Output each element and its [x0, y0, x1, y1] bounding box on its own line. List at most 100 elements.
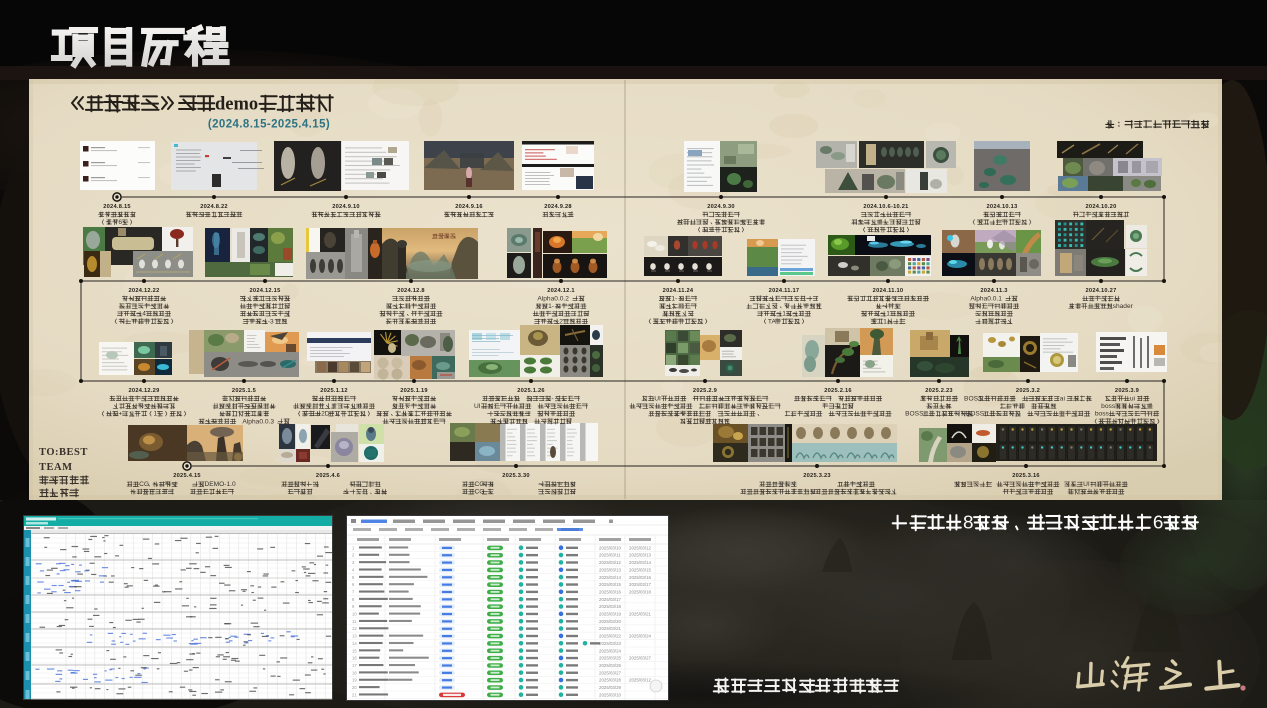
svg-text:UI: UI: [654, 395, 661, 402]
svg-text:2024.9.30: 2024.9.30: [707, 204, 735, 210]
svg-text:2025/03/12: 2025/03/12: [629, 678, 652, 683]
svg-text:2025/03/20: 2025/03/20: [599, 619, 622, 624]
svg-text:2025.3.9: 2025.3.9: [1115, 388, 1139, 394]
svg-text:2025.1.12: 2025.1.12: [320, 388, 348, 394]
svg-text:2025/03/15: 2025/03/15: [629, 567, 652, 572]
svg-text:2024.12.1: 2024.12.1: [547, 288, 575, 294]
svg-text:6: 6: [1153, 512, 1164, 533]
svg-text:Alpha0.0.3: Alpha0.0.3: [242, 418, 274, 425]
svg-text:2025.2.9: 2025.2.9: [693, 388, 717, 394]
svg-text:2025/03/24: 2025/03/24: [599, 648, 622, 653]
svg-text:2025/03/26: 2025/03/26: [599, 663, 622, 668]
svg-text:17: 17: [352, 663, 357, 668]
svg-text:UI: UI: [1083, 481, 1090, 488]
svg-text:2025/03/16: 2025/03/16: [629, 575, 652, 580]
svg-text:2024.11.3: 2024.11.3: [980, 288, 1007, 294]
svg-text:1: 1: [782, 311, 786, 318]
svg-text:8: 8: [963, 512, 974, 533]
svg-text:2025/03/14: 2025/03/14: [629, 560, 652, 565]
svg-text:TO:BEST: TO:BEST: [39, 447, 88, 458]
svg-text:CG: CG: [139, 481, 149, 488]
svg-text:2025.3.2: 2025.3.2: [1016, 388, 1040, 394]
svg-text:2024.8.22: 2024.8.22: [200, 204, 228, 210]
svg-text:2025/03/12: 2025/03/12: [599, 560, 622, 565]
svg-text:16: 16: [352, 656, 357, 661]
svg-text:10: 10: [352, 612, 357, 617]
svg-text:2D: 2D: [321, 411, 330, 418]
svg-text:2025/03/11: 2025/03/11: [599, 553, 621, 558]
svg-text:2025/03/25: 2025/03/25: [599, 656, 622, 661]
svg-text:2024.12.15: 2024.12.15: [250, 288, 281, 294]
svg-text:2025/03/17: 2025/03/17: [599, 597, 622, 602]
svg-text:2025/03/18: 2025/03/18: [629, 589, 652, 594]
svg-text:12: 12: [352, 626, 357, 631]
svg-text:Alpha0.0.2: Alpha0.0.2: [537, 295, 569, 302]
svg-text:-3: -3: [268, 318, 274, 325]
svg-text:2024.8.15: 2024.8.15: [103, 204, 131, 210]
svg-text:2025/03/28: 2025/03/28: [599, 678, 622, 683]
svg-text:2025.4.15: 2025.4.15: [173, 473, 201, 479]
svg-text:1-: 1-: [548, 303, 554, 310]
svg-text:TEAM: TEAM: [39, 462, 73, 473]
svg-text:boss: boss: [1101, 403, 1116, 410]
svg-text:6: 6: [118, 219, 122, 226]
svg-text:2025/03/12: 2025/03/12: [629, 545, 652, 550]
svg-text:2025.1.5: 2025.1.5: [232, 388, 256, 394]
svg-text:1: 1: [883, 318, 887, 325]
svg-text:2025.1.26: 2025.1.26: [517, 388, 545, 394]
svg-text:+: +: [118, 411, 122, 418]
svg-text:Alpha0.0.1: Alpha0.0.1: [970, 295, 1002, 302]
svg-text:15: 15: [352, 648, 357, 653]
svg-text:11: 11: [352, 619, 357, 624]
svg-text:2025/03/16: 2025/03/16: [599, 589, 622, 594]
svg-text:2025/03/29: 2025/03/29: [599, 685, 622, 690]
svg-text:2025.4.6: 2025.4.6: [316, 473, 340, 479]
svg-text:2025/03/13: 2025/03/13: [599, 567, 622, 572]
svg-text:2025.2.23: 2025.2.23: [925, 388, 953, 394]
svg-text:2025/03/24: 2025/03/24: [629, 634, 652, 639]
svg-text:4: 4: [142, 311, 146, 318]
svg-text:2024.11.24: 2024.11.24: [663, 288, 694, 294]
svg-text:(2024.8.15-2025.4.15): (2024.8.15-2025.4.15): [208, 119, 330, 131]
svg-text:2025.2.16: 2025.2.16: [824, 388, 852, 394]
svg-text:2025.3.16: 2025.3.16: [1012, 473, 1040, 479]
svg-text:2025/03/15: 2025/03/15: [599, 582, 622, 587]
svg-text:2025/03/13: 2025/03/13: [629, 553, 652, 558]
svg-text:19: 19: [352, 678, 357, 683]
svg-text:2025/03/17: 2025/03/17: [629, 582, 652, 587]
svg-text:2025/03/10: 2025/03/10: [599, 545, 622, 550]
svg-text:1: 1: [153, 411, 157, 418]
svg-text:2024.10.20: 2024.10.20: [1086, 204, 1117, 210]
svg-text:ui: ui: [1130, 395, 1136, 402]
svg-text:2025/03/14: 2025/03/14: [599, 575, 622, 580]
svg-text:2025/03/27: 2025/03/27: [629, 656, 652, 661]
svg-text:2: 2: [559, 318, 563, 325]
svg-text:2025/03/19: 2025/03/19: [599, 612, 622, 617]
svg-text:2024.10.6-10.21: 2024.10.6-10.21: [863, 204, 908, 210]
svg-text:18: 18: [352, 670, 357, 675]
svg-text:BOSS-: BOSS-: [905, 411, 926, 418]
svg-text:2024.9.16: 2024.9.16: [455, 204, 483, 210]
svg-text:1: 1: [886, 311, 890, 318]
svg-text:2024.12.8: 2024.12.8: [397, 288, 425, 294]
svg-text:20: 20: [352, 685, 357, 690]
svg-text:-: -: [551, 395, 553, 402]
svg-text:2024.10.27: 2024.10.27: [1086, 288, 1117, 294]
svg-text:2025/03/10: 2025/03/10: [599, 692, 622, 697]
svg-text:2025.3.23: 2025.3.23: [803, 473, 831, 479]
svg-text:ai: ai: [1060, 395, 1066, 402]
svg-text:CG: CG: [475, 489, 485, 496]
svg-text:2024.11.10: 2024.11.10: [873, 288, 904, 294]
svg-text:2025/03/27: 2025/03/27: [599, 670, 622, 675]
svg-text:2024.9.28: 2024.9.28: [544, 204, 572, 210]
svg-text:13: 13: [352, 634, 357, 639]
svg-text:2025.3.30: 2025.3.30: [502, 473, 530, 479]
svg-text:2025/03/22: 2025/03/22: [599, 634, 622, 639]
svg-text:14: 14: [352, 641, 357, 646]
svg-text:1-: 1-: [671, 295, 677, 302]
svg-text:2025/03/18: 2025/03/18: [599, 604, 622, 609]
svg-text:shader: shader: [1113, 303, 1134, 310]
svg-text:BOSS-: BOSS-: [966, 411, 987, 418]
svg-text:2025/03/21: 2025/03/21: [629, 612, 652, 617]
svg-text:2024.9.10: 2024.9.10: [332, 204, 360, 210]
